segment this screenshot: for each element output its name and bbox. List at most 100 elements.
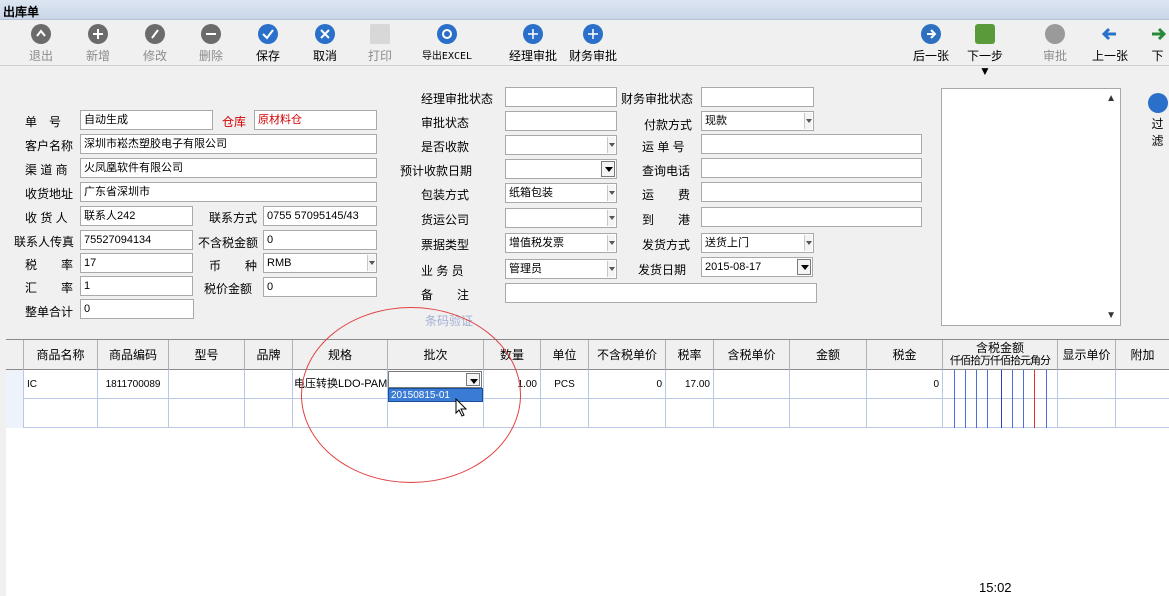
collected-select[interactable] [505,135,617,155]
order-no-field[interactable]: 自动生成 [80,110,213,130]
col-price[interactable]: 不含税单价 [589,340,666,370]
prev-back-button[interactable]: 后一张 [912,24,950,64]
row-selector[interactable] [6,399,24,428]
col-unit[interactable]: 单位 [541,340,589,370]
col-tax-amount[interactable]: 含税金额 仟佰拾万仟佰拾元角分 [943,340,1058,370]
col-brand[interactable]: 品牌 [245,340,293,370]
col-code[interactable]: 商品编码 [98,340,169,370]
invoice-select[interactable]: 增值税发票 [505,233,617,253]
table-row[interactable]: IC 1811700089 电压转换LDO-PAM3 1.00 PCS 0 17… [6,370,1169,399]
cell-brand[interactable] [245,370,293,399]
manager-audit-button[interactable]: 经理审批 [508,24,558,64]
cell-extra[interactable] [1116,370,1169,399]
cell-rate[interactable]: 17.00 [666,370,714,399]
col-model[interactable]: 型号 [169,340,245,370]
waybill-field[interactable] [701,134,922,154]
cell-model[interactable] [169,370,245,399]
cell-empty[interactable] [1058,399,1116,428]
phone-field[interactable] [701,158,922,178]
save-button[interactable]: 保存 [253,24,283,64]
fax-field[interactable]: 75527094134 [80,230,193,250]
cell-name[interactable]: IC [24,370,98,399]
currency-select[interactable]: RMB [263,253,377,273]
col-amount[interactable]: 金额 [790,340,867,370]
cancel-button[interactable]: 取消 [310,24,340,64]
ship-date-picker[interactable]: 2015-08-17 [701,257,813,277]
memo-box[interactable]: ▲ ▼ [941,88,1121,326]
col-extra[interactable]: 附加 [1116,340,1169,370]
export-icon [437,24,457,44]
prev-one-button[interactable]: 上一张 [1090,24,1130,64]
col-display-price[interactable]: 显示单价 [1058,340,1116,370]
col-tax[interactable]: 税金 [867,340,943,370]
cell-empty[interactable] [245,399,293,428]
customer-field[interactable]: 深圳市崧杰塑胶电子有限公司 [80,134,377,154]
cell-price[interactable]: 0 [589,370,666,399]
add-button[interactable]: 新增 [83,24,113,64]
currency-value: RMB [267,257,292,269]
pay-method-value: 现款 [705,115,727,127]
cell-empty[interactable] [790,399,867,428]
exchange-label: 汇 率 [25,281,74,295]
ship-method-select[interactable]: 送货上门 [701,233,814,253]
print-button[interactable]: 打印 [365,24,395,64]
carrier-select[interactable] [505,208,617,228]
export-excel-button[interactable]: 导出EXCEL [418,24,476,64]
exchange-field[interactable]: 1 [80,276,193,296]
table-row[interactable] [6,399,1169,428]
col-tax-price[interactable]: 含税单价 [714,340,790,370]
contact-method-field[interactable]: 0755 57095145/43 [263,206,377,226]
cell-empty[interactable] [98,399,169,428]
filter-button[interactable]: 过滤 [1146,93,1169,149]
cell-empty[interactable] [169,399,245,428]
col-name[interactable]: 商品名称 [24,340,98,370]
cell-amount[interactable] [790,370,867,399]
scroll-up-icon[interactable]: ▲ [1106,93,1116,104]
channel-field[interactable]: 火凤凰软件有限公司 [80,158,377,178]
chevron-down-icon[interactable] [601,161,615,177]
cell-unit[interactable]: PCS [541,370,589,399]
next-step-button[interactable]: 下一步▼ [962,24,1008,78]
chevron-down-icon[interactable] [797,259,811,275]
col-rate[interactable]: 税率 [666,340,714,370]
pay-method-select[interactable]: 现款 [701,111,814,131]
tax-amount-field[interactable]: 0 [263,277,377,297]
mgr-status-field[interactable] [505,87,617,107]
cell-tax-price[interactable] [714,370,790,399]
cell-empty[interactable] [541,399,589,428]
exit-button[interactable]: 退出 [26,24,56,64]
scroll-down-icon[interactable]: ▼ [1106,310,1116,321]
warehouse-field[interactable]: 原材料仓 [254,110,377,130]
freight-field[interactable] [701,182,922,202]
cell-empty[interactable] [714,399,790,428]
finance-audit-button[interactable]: 财务审批 [568,24,618,64]
order-total-field[interactable]: 0 [80,299,194,319]
cell-code[interactable]: 1811700089 [98,370,169,399]
cell-empty[interactable] [24,399,98,428]
address-field[interactable]: 广东省深圳市 [80,182,377,202]
remark-field[interactable] [505,283,817,303]
cell-empty[interactable] [666,399,714,428]
ship-date-label: 发货日期 [638,263,687,277]
delete-button[interactable]: 删除 [196,24,226,64]
cell-display-price[interactable] [1058,370,1116,399]
receiver-field[interactable]: 联系人242 [80,206,193,226]
expected-date-picker[interactable] [505,159,617,179]
row-selector[interactable] [6,370,24,399]
packing-select[interactable]: 纸箱包装 [505,183,617,203]
tax-rate-field[interactable]: 17 [80,253,193,273]
pretax-total-field[interactable]: 0 [263,230,377,250]
port-field[interactable] [701,207,922,227]
ship-method-value: 送货上门 [705,237,749,249]
next-one-button[interactable]: 下一 [1146,24,1169,64]
cell-empty[interactable] [1116,399,1169,428]
cell-tax[interactable]: 0 [867,370,943,399]
audit-status-field[interactable] [505,111,617,131]
fin-status-field[interactable] [701,87,814,107]
sales-select[interactable]: 管理员 [505,259,617,279]
cell-empty[interactable] [589,399,666,428]
edit-button[interactable]: 修改 [140,24,170,64]
order-total-label: 整单合计 [25,305,74,319]
approve-button[interactable]: 审批 [1040,24,1070,64]
cell-empty[interactable] [867,399,943,428]
